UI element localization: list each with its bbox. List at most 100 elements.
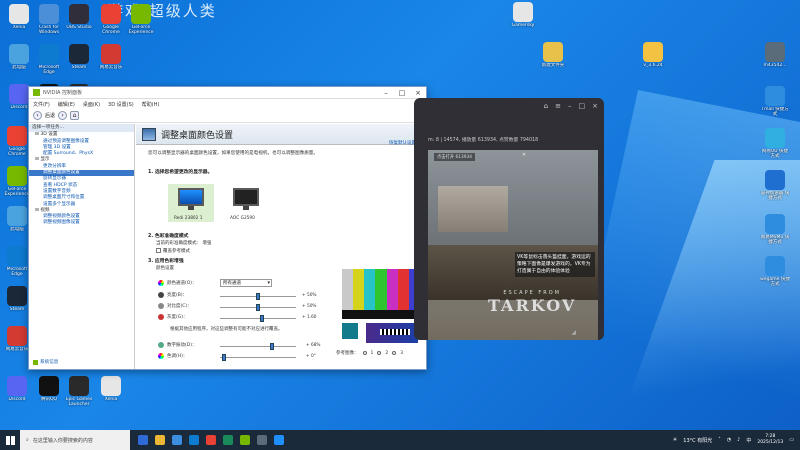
back-arrow-icon[interactable]: ‹: [33, 111, 42, 120]
taskbar-app-icon[interactable]: [138, 435, 148, 445]
desktop-icon[interactable]: Xenia: [4, 4, 34, 35]
menu-item[interactable]: 桌面(K): [83, 101, 100, 108]
menu-item[interactable]: 文件(F): [33, 101, 50, 108]
player-titlebar: ⌂ ≡ – □ ×: [414, 98, 604, 114]
minimize-icon[interactable]: –: [568, 102, 572, 110]
radio-1[interactable]: [362, 351, 367, 355]
app-icon: [39, 4, 59, 24]
tree-task-item[interactable]: 调整视频图像设置: [29, 220, 134, 226]
window-titlebar[interactable]: NVIDIA 控制面板 – □ ×: [29, 87, 426, 99]
monitor-icon[interactable]: [233, 188, 259, 210]
desktop-icon[interactable]: 此电脑: [4, 44, 34, 75]
slider-knob[interactable]: [256, 304, 260, 311]
chevron-up-icon[interactable]: ˄: [718, 437, 721, 443]
forward-arrow-icon[interactable]: ›: [58, 111, 68, 120]
override-mode-label: 覆盖参考模式: [163, 249, 190, 254]
adjust-slider[interactable]: [220, 293, 296, 300]
menu-item[interactable]: 3D 设置(S): [108, 101, 134, 108]
radio-3[interactable]: [392, 351, 397, 355]
maximize-icon[interactable]: □: [579, 102, 586, 110]
desktop-icon[interactable]: Tmall 快捷方式: [760, 86, 790, 117]
desktop-icon[interactable]: GeForce Experience: [126, 4, 156, 35]
hue-slider[interactable]: [220, 354, 296, 361]
gift-icon[interactable]: ⌂: [544, 102, 548, 110]
notification-icon[interactable]: ▭: [789, 437, 794, 443]
ime-indicator[interactable]: 中: [746, 437, 751, 444]
taskbar-app-icon[interactable]: [240, 435, 250, 445]
close-icon[interactable]: ✕: [522, 152, 526, 158]
desktop-icon[interactable]: m43542...: [760, 42, 790, 73]
video-frame[interactable]: 点击打开 613934 ✕ VK等鼠标击落头盔挂面，游戏运的策略下面像是爆发游戏…: [428, 150, 598, 340]
desktop-icon[interactable]: Epic Games Launcher: [64, 376, 94, 407]
desktop-icon-label: Tmall 快捷方式: [761, 107, 789, 117]
vibrance-slider[interactable]: [220, 343, 296, 350]
override-mode-checkbox[interactable]: 覆盖参考模式: [156, 248, 190, 254]
desktop-icon[interactable]: Microsoft Edge: [34, 44, 64, 75]
video-player-window[interactable]: ⌂ ≡ – □ × m: 8 | 14574, 播放量 613934, 点赞数量…: [414, 98, 604, 340]
desktop-icon[interactable]: 雷神加速器 快捷方式: [760, 170, 790, 201]
system-info-link[interactable]: 系统信息: [33, 360, 58, 366]
restore-defaults-link[interactable]: 恢复默认设置: [389, 140, 416, 146]
monitor-label[interactable]: AOC G2590: [230, 216, 255, 221]
nvidia-control-panel-window[interactable]: NVIDIA 控制面板 – □ × 文件(F) 编辑(E) 桌面(K) 3D 设置(S…: [28, 86, 427, 370]
slider-value: + 50%: [302, 304, 317, 309]
checkbox[interactable]: [156, 248, 161, 253]
desktop-icon[interactable]: 腾讯QQ: [34, 376, 64, 407]
taskbar-app-icon[interactable]: [206, 435, 216, 445]
desktop-icon[interactable]: Xenia: [96, 376, 126, 407]
adjust-slider[interactable]: [220, 315, 296, 322]
taskbar-app-icon[interactable]: [189, 435, 199, 445]
desktop-icon[interactable]: Clash for Windows: [34, 4, 64, 35]
taskbar-app-icon[interactable]: [155, 435, 165, 445]
minimize-button[interactable]: –: [378, 89, 394, 97]
desktop-icon[interactable]: OBS Studio: [64, 4, 94, 35]
slider-knob[interactable]: [259, 315, 264, 322]
system-info-label[interactable]: 系统信息: [40, 360, 58, 366]
close-button[interactable]: ×: [410, 89, 426, 97]
clock[interactable]: 7:28 2025/12/13: [757, 434, 783, 446]
taskbar-app-icon[interactable]: [172, 435, 182, 445]
taskbar-search[interactable]: ⌕ 在这里输入你要搜索的内容: [20, 430, 130, 450]
channel-dropdown[interactable]: 所有通道: [220, 279, 272, 287]
start-button[interactable]: [0, 430, 20, 450]
video-caption: VK等鼠标击落头盔挂面，游戏运的策略下面像是爆发游戏的，VK专为打造属于自由的体…: [515, 252, 595, 277]
close-icon[interactable]: ×: [592, 102, 598, 110]
network-icon[interactable]: ◔: [727, 437, 731, 443]
desktop-icon[interactable]: 网易MuMu 快捷方式: [760, 214, 790, 245]
desktop-icon[interactable]: 新建文件夹: [538, 42, 568, 73]
desktop-icon[interactable]: Google Chrome: [96, 4, 126, 35]
menu-item[interactable]: 帮助(H): [142, 101, 160, 108]
tree-item-label: 设置多个显示器: [43, 201, 76, 207]
volume-icon[interactable]: ♪: [737, 437, 740, 443]
desktop-icon[interactable]: v_3.6.24: [638, 42, 668, 73]
desktop-icon[interactable]: Steam: [64, 44, 94, 75]
weather-icon[interactable]: ☀: [673, 437, 677, 443]
monitor-label[interactable]: Redi 23802 1: [174, 216, 203, 221]
slider-knob[interactable]: [256, 293, 260, 300]
resize-handle-icon[interactable]: ◢: [571, 329, 576, 336]
app-icon: [765, 42, 785, 62]
desktop-icon[interactable]: 网易云音乐: [96, 44, 126, 75]
desktop-icon[interactable]: 网易UU 快捷方式: [760, 128, 790, 159]
app-icon: [69, 4, 89, 24]
video-info-line: m: 8 | 14574, 播放量 613934, 点赞数量 794018: [428, 138, 539, 143]
monitor-icon[interactable]: [178, 188, 204, 210]
taskbar-app-icon[interactable]: [257, 435, 267, 445]
slider-knob[interactable]: [269, 343, 274, 350]
desktop-icon[interactable]: Discord: [2, 376, 32, 407]
menu-icon[interactable]: ≡: [555, 102, 561, 110]
desktop-icon[interactable]: wegame 快捷方式: [760, 256, 790, 287]
taskbar-app-icon[interactable]: [223, 435, 233, 445]
video-chip[interactable]: 点击打开 613934: [434, 153, 475, 161]
adjust-slider[interactable]: [220, 304, 296, 311]
menu-item[interactable]: 编辑(E): [58, 101, 75, 108]
app-icon: [765, 86, 785, 106]
maximize-button[interactable]: □: [394, 89, 410, 97]
taskbar-app-icon[interactable]: [274, 435, 284, 445]
back-label[interactable]: 后退: [45, 112, 55, 119]
home-icon[interactable]: ⌂: [70, 111, 80, 120]
slider-knob[interactable]: [221, 354, 226, 361]
desktop-icon[interactable]: Gamersky: [508, 2, 538, 33]
radio-2[interactable]: [377, 351, 382, 355]
weather-text[interactable]: 13°C 有阳光: [683, 437, 712, 444]
